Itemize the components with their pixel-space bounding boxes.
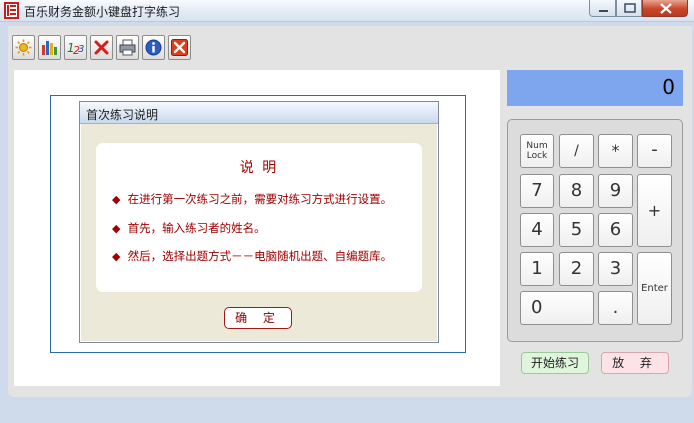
- edit-button[interactable]: 1 2 3: [64, 35, 87, 60]
- exit-button[interactable]: [168, 35, 191, 60]
- print-icon: [119, 39, 136, 56]
- instructions-heading: 说 明: [239, 160, 279, 176]
- key-enter[interactable]: Enter: [637, 252, 672, 325]
- close-button[interactable]: [642, 0, 688, 17]
- key-multiply[interactable]: *: [598, 134, 633, 168]
- key-0[interactable]: 0: [520, 291, 594, 325]
- instruction-item: ◆ 在进行第一次练习之前，需要对练习方式进行设置。: [112, 191, 392, 207]
- abandon-button[interactable]: 放 弃: [601, 352, 669, 374]
- key-9[interactable]: 9: [598, 174, 633, 208]
- key-8[interactable]: 8: [559, 174, 594, 208]
- key-3[interactable]: 3: [598, 252, 633, 286]
- maximize-icon: [624, 3, 636, 13]
- print-button[interactable]: [116, 35, 139, 60]
- key-minus[interactable]: -: [637, 134, 672, 168]
- window-title: 百乐财务金额小键盘打字练习: [24, 5, 181, 19]
- key-5[interactable]: 5: [559, 213, 594, 247]
- numlock-label-line2: Lock: [526, 151, 548, 161]
- instruction-item: ◆ 然后，选择出题方式－－电脑随机出题、自编题库。: [112, 248, 392, 264]
- amount-display: 0: [507, 70, 683, 106]
- key-2[interactable]: 2: [559, 252, 594, 286]
- app-icon: [4, 2, 19, 19]
- info-button[interactable]: [142, 35, 165, 60]
- diamond-bullet-icon: ◆: [112, 250, 121, 263]
- display-value: 0: [662, 75, 675, 99]
- instruction-text: 首先，输入练习者的姓名。: [127, 221, 266, 235]
- instructions-panel: 说 明 ◆ 在进行第一次练习之前，需要对练习方式进行设置。 ◆ 首先，输入练习者…: [96, 143, 422, 292]
- settings-button[interactable]: [12, 35, 35, 60]
- settings-sun-icon: [15, 39, 32, 56]
- maximize-button[interactable]: [616, 0, 642, 17]
- minimize-icon: [599, 10, 608, 12]
- diamond-bullet-icon: ◆: [112, 193, 121, 206]
- svg-text:3: 3: [78, 44, 84, 55]
- delete-icon: [94, 40, 109, 55]
- key-7[interactable]: 7: [520, 174, 554, 208]
- dialog-title-bar: 首次练习说明: [80, 102, 438, 124]
- info-icon: [145, 39, 162, 56]
- title-bar: 百乐财务金额小键盘打字练习: [0, 0, 694, 22]
- numeric-keypad: Num Lock / * - 7 8 9 + 4 5 6 1 2 3 Enter…: [507, 119, 683, 342]
- delete-button[interactable]: [90, 35, 113, 60]
- instruction-text: 在进行第一次练习之前，需要对练习方式进行设置。: [127, 192, 393, 206]
- start-practice-button[interactable]: 开始练习: [521, 352, 589, 374]
- stats-chart-icon: [42, 41, 57, 55]
- key-1[interactable]: 1: [520, 252, 554, 286]
- first-practice-dialog: 首次练习说明 说 明 ◆ 在进行第一次练习之前，需要对练习方式进行设置。 ◆ 首…: [79, 101, 439, 343]
- edit-icon: 1 2 3: [67, 41, 84, 56]
- key-numlock[interactable]: Num Lock: [520, 134, 554, 168]
- numlock-label-line1: Num: [526, 141, 548, 151]
- key-divide[interactable]: /: [559, 134, 594, 168]
- minimize-button[interactable]: [589, 0, 616, 17]
- close-icon: [660, 3, 672, 14]
- instruction-text: 然后，选择出题方式－－电脑随机出题、自编题库。: [127, 249, 393, 263]
- diamond-bullet-icon: ◆: [112, 222, 121, 235]
- instruction-item: ◆ 首先，输入练习者的姓名。: [112, 220, 266, 236]
- dialog-title: 首次练习说明: [86, 108, 159, 122]
- exit-icon: [171, 39, 188, 56]
- key-6[interactable]: 6: [598, 213, 633, 247]
- key-plus[interactable]: +: [637, 174, 672, 247]
- key-dot[interactable]: .: [598, 291, 633, 325]
- statistics-button[interactable]: [38, 35, 61, 60]
- ok-button[interactable]: 确 定: [224, 307, 292, 329]
- key-4[interactable]: 4: [520, 213, 554, 247]
